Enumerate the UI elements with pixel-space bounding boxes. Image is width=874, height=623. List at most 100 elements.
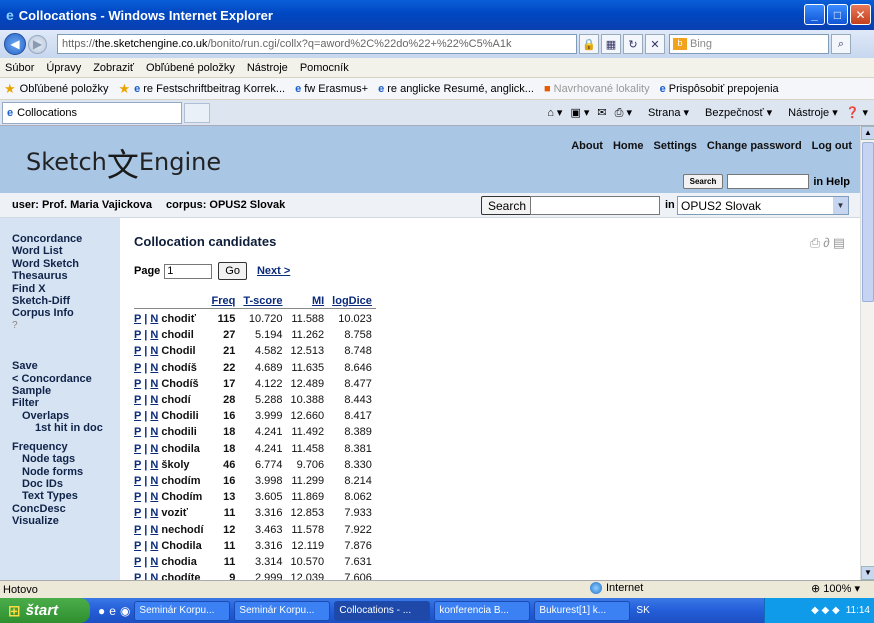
sidebar-item-sample[interactable]: Sample xyxy=(0,385,120,397)
favorite-link-2[interactable]: e fw Erasmus+ xyxy=(295,83,368,95)
negative-filter-link[interactable]: N xyxy=(150,524,158,536)
corpus-search-input[interactable] xyxy=(530,196,660,215)
new-tab-button[interactable] xyxy=(184,102,210,123)
col-tscore[interactable]: T-score xyxy=(239,294,286,308)
safety-menu[interactable]: Bezpečnosť ▾ xyxy=(697,106,772,119)
sidebar-item-frequency[interactable]: Frequency xyxy=(0,441,120,453)
positive-filter-link[interactable]: P xyxy=(134,378,141,390)
positive-filter-link[interactable]: P xyxy=(134,443,141,455)
scroll-up-icon[interactable]: ▲ xyxy=(861,126,874,140)
scroll-thumb[interactable] xyxy=(862,142,874,302)
compatibility-icon[interactable]: ▦ xyxy=(601,34,621,54)
negative-filter-link[interactable]: N xyxy=(150,507,158,519)
link-change-password[interactable]: Change password xyxy=(707,140,802,152)
corpus-search-button[interactable]: Search xyxy=(481,196,534,215)
start-button[interactable]: ⊞ štart xyxy=(0,598,90,623)
favorites-star-icon[interactable]: ★ xyxy=(4,81,16,97)
mail-icon[interactable]: ✉ xyxy=(597,106,606,119)
customize-links[interactable]: e Prispôsobiť prepojenia xyxy=(660,83,779,95)
taskbar-item[interactable]: konferencia B... xyxy=(434,600,531,621)
sidebar-item-corpus-info[interactable]: Corpus Info xyxy=(0,307,120,319)
negative-filter-link[interactable]: N xyxy=(150,362,158,374)
lock-icon[interactable]: 🔒 xyxy=(579,34,599,54)
help-icon[interactable]: ? xyxy=(0,320,120,332)
sidebar-item-sketch-diff[interactable]: Sketch-Diff xyxy=(0,295,120,307)
link-home[interactable]: Home xyxy=(613,140,644,152)
positive-filter-link[interactable]: P xyxy=(134,329,141,341)
menu-edit[interactable]: Úpravy xyxy=(46,62,81,74)
refresh-icon[interactable]: ↻ xyxy=(623,34,643,54)
sidebar-item-concdesc[interactable]: ConcDesc xyxy=(0,503,120,515)
help-search-button[interactable]: Search xyxy=(682,174,724,189)
back-button[interactable]: ◀ xyxy=(4,33,26,55)
sidebar-item-thesaurus[interactable]: Thesaurus xyxy=(0,270,120,282)
help-search-input[interactable] xyxy=(727,174,810,189)
tray-icons[interactable]: ◆ ◆ ◆ xyxy=(811,605,840,616)
search-icon[interactable]: ⌕ xyxy=(831,34,851,54)
help-icon[interactable]: ❓ ▾ xyxy=(846,106,868,119)
page-menu[interactable]: Strana ▾ xyxy=(640,106,689,119)
negative-filter-link[interactable]: N xyxy=(150,443,158,455)
positive-filter-link[interactable]: P xyxy=(134,572,141,580)
corpus-select[interactable]: OPUS2 Slovak ▼ xyxy=(677,196,849,215)
negative-filter-link[interactable]: N xyxy=(150,556,158,568)
sidebar-item-concordance[interactable]: Concordance xyxy=(0,233,120,245)
sidebar-item-word-sketch[interactable]: Word Sketch xyxy=(0,258,120,270)
menu-view[interactable]: Zobraziť xyxy=(93,62,134,74)
quicklaunch-icon[interactable]: ● xyxy=(98,604,105,618)
negative-filter-link[interactable]: N xyxy=(150,540,158,552)
positive-filter-link[interactable]: P xyxy=(134,410,141,422)
menu-favorites[interactable]: Obľúbené položky xyxy=(146,62,235,74)
language-indicator[interactable]: SK xyxy=(636,605,649,616)
tab-collocations[interactable]: e Collocations xyxy=(2,101,182,124)
address-bar[interactable]: https://the.sketchengine.co.uk/bonito/ru… xyxy=(57,34,577,54)
zoom-level[interactable]: ⊕ 100% ▾ xyxy=(811,582,860,595)
menu-tools[interactable]: Nástroje xyxy=(247,62,288,74)
link-settings[interactable]: Settings xyxy=(654,140,697,152)
sidebar-item-node-forms[interactable]: Node forms xyxy=(0,466,120,478)
menu-file[interactable]: Súbor xyxy=(5,62,34,74)
sidebar-item-node-tags[interactable]: Node tags xyxy=(0,453,120,465)
negative-filter-link[interactable]: N xyxy=(150,459,158,471)
vertical-scrollbar[interactable]: ▲ ▼ xyxy=(860,126,874,580)
taskbar-item[interactable]: Seminár Korpu... xyxy=(234,600,331,621)
quicklaunch-icon[interactable]: ◉ xyxy=(120,604,130,618)
positive-filter-link[interactable]: P xyxy=(134,507,141,519)
maximize-button[interactable]: □ xyxy=(827,4,848,25)
negative-filter-link[interactable]: N xyxy=(150,491,158,503)
menu-help[interactable]: Pomocník xyxy=(300,62,349,74)
web-search-input[interactable]: b Bing xyxy=(669,34,829,54)
col-freq[interactable]: Freq xyxy=(208,294,240,308)
negative-filter-link[interactable]: N xyxy=(150,394,158,406)
add-favorite-icon[interactable]: ★ xyxy=(118,81,130,97)
positive-filter-link[interactable]: P xyxy=(134,491,141,503)
positive-filter-link[interactable]: P xyxy=(134,524,141,536)
feeds-icon[interactable]: ▣ ▾ xyxy=(570,106,589,119)
page-input[interactable]: 1 xyxy=(164,263,213,279)
sidebar-item-save[interactable]: Save xyxy=(0,360,120,372)
sidebar-item-first-hit[interactable]: 1st hit in doc xyxy=(0,422,120,434)
link-about[interactable]: About xyxy=(571,140,603,152)
minimize-button[interactable]: _ xyxy=(804,4,825,25)
positive-filter-link[interactable]: P xyxy=(134,394,141,406)
link-icon[interactable]: ∂ xyxy=(823,235,832,250)
taskbar-item[interactable]: Seminár Korpu... xyxy=(134,600,231,621)
close-button[interactable]: ✕ xyxy=(850,4,871,25)
taskbar-item[interactable]: Bukurest[1] k... xyxy=(534,600,631,621)
positive-filter-link[interactable]: P xyxy=(134,540,141,552)
positive-filter-link[interactable]: P xyxy=(134,475,141,487)
sidebar-item-word-list[interactable]: Word List xyxy=(0,245,120,257)
sidebar-item-overlaps[interactable]: Overlaps xyxy=(0,410,120,422)
favorite-link-3[interactable]: e re anglicke Resumé, anglick... xyxy=(378,83,534,95)
link-logout[interactable]: Log out xyxy=(812,140,852,152)
scroll-down-icon[interactable]: ▼ xyxy=(861,566,874,580)
print-icon[interactable]: ⎙ xyxy=(810,235,823,250)
sketch-engine-logo[interactable]: Sketch文Engine xyxy=(26,140,221,186)
suggested-sites[interactable]: ■ Navrhované lokality xyxy=(544,83,650,95)
sidebar-item-doc-ids[interactable]: Doc IDs xyxy=(0,478,120,490)
grid-icon[interactable]: ▤ xyxy=(833,235,848,250)
next-page-link[interactable]: Next > xyxy=(257,265,290,277)
negative-filter-link[interactable]: N xyxy=(150,345,158,357)
positive-filter-link[interactable]: P xyxy=(134,556,141,568)
sidebar-item-back-concordance[interactable]: < Concordance xyxy=(0,373,120,385)
